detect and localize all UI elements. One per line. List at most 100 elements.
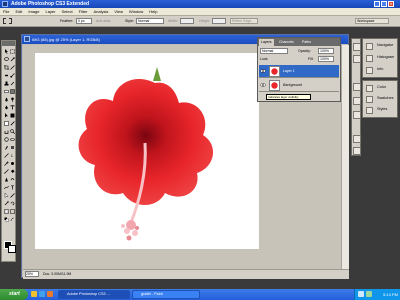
3d-rotate-tool-icon[interactable] (4, 137, 9, 142)
quick-mask-icon[interactable] (4, 209, 9, 214)
tab-channels[interactable]: Channels (277, 39, 296, 46)
dodge-tool-icon[interactable] (10, 97, 15, 102)
healing-brush-tool-icon[interactable] (4, 73, 9, 78)
navigator-label[interactable]: Navigator (377, 40, 393, 50)
pen-tool-icon[interactable] (4, 105, 9, 110)
history-panel-icon[interactable] (353, 43, 361, 51)
clone-stamp-tool-icon[interactable] (4, 81, 9, 86)
background-color-swatch[interactable] (8, 245, 16, 253)
image-canvas[interactable] (35, 53, 259, 249)
shape-tool-icon[interactable] (10, 113, 15, 118)
zoom-level-field[interactable]: 25% (25, 271, 39, 277)
eyedropper-tool-icon[interactable] (10, 121, 15, 126)
menu-view[interactable]: View (111, 8, 126, 15)
paragraph-panel-icon[interactable] (353, 147, 361, 155)
histogram-label[interactable]: Histogram (377, 52, 394, 62)
clock[interactable]: 5:14 PM (383, 289, 398, 300)
tab-paths[interactable]: Paths (300, 39, 313, 46)
refine-edge-button[interactable]: Refine Edge... (230, 18, 258, 24)
style-select[interactable]: Normal (136, 18, 164, 24)
menu-edit[interactable]: Edit (12, 8, 25, 15)
count-tool-icon[interactable]: 1 (10, 153, 15, 158)
maximize-button[interactable]: □ (381, 1, 387, 7)
eye-icon[interactable] (260, 68, 266, 74)
sharpen-tool-icon[interactable] (4, 177, 9, 182)
hand-tool-icon[interactable] (4, 129, 9, 134)
brush-tool-icon[interactable] (10, 73, 15, 78)
freeform-pen-tool-icon[interactable] (4, 185, 9, 190)
menu-image[interactable]: Image (25, 8, 42, 15)
blend-mode-select[interactable]: Normal (260, 48, 288, 54)
layer-row-layer-1[interactable]: Layer 1 (259, 65, 339, 78)
menu-window[interactable]: Window (126, 8, 146, 15)
vertical-type-tool-icon[interactable] (10, 185, 15, 190)
color-icon[interactable] (366, 85, 373, 92)
network-icon[interactable] (366, 291, 372, 297)
marquee-tool-icon[interactable] (10, 49, 15, 54)
taskbar-button-photoshop[interactable]: Adobe Photoshop CS3 ... (58, 290, 130, 299)
pencil-tool-icon[interactable] (4, 169, 9, 174)
menu-select[interactable]: Select (59, 8, 76, 15)
direct-selection-tool-icon[interactable] (4, 193, 9, 198)
paint-bucket-tool-icon[interactable] (10, 169, 15, 174)
actions-panel-icon[interactable] (353, 55, 361, 63)
opacity-input[interactable]: 100% (318, 48, 334, 54)
tools-panel-header[interactable] (2, 41, 15, 46)
history-brush-tool-icon[interactable] (10, 81, 15, 86)
histogram-icon[interactable] (366, 55, 373, 62)
character-panel-icon[interactable] (353, 135, 361, 143)
smudge-tool-icon[interactable] (4, 145, 9, 150)
blur-tool-icon[interactable] (4, 97, 9, 102)
brushes-panel-icon[interactable] (353, 83, 361, 91)
sponge-tool-icon[interactable] (10, 145, 15, 150)
swap-colors-icon[interactable] (10, 217, 15, 222)
clone-source-panel-icon[interactable] (353, 111, 361, 119)
menu-filter[interactable]: Filter (76, 8, 91, 15)
menu-file[interactable]: File (0, 8, 12, 15)
type-tool-icon[interactable] (10, 105, 15, 110)
document-size-info[interactable]: Doc: 3.00M/11.9M (43, 270, 71, 279)
swatches-label[interactable]: Swatches (377, 93, 393, 103)
styles-label[interactable]: Styles (377, 104, 387, 114)
feather-input[interactable]: 0 px (76, 18, 92, 24)
styles-icon[interactable] (366, 107, 373, 114)
ruler-tool-icon[interactable] (4, 153, 9, 158)
slice-tool-icon[interactable] (10, 65, 15, 70)
red-eye-tool-icon[interactable] (10, 161, 15, 166)
workspace-button[interactable]: Workspace (355, 18, 389, 24)
quick-launch-media-icon[interactable] (47, 291, 53, 297)
quick-launch-folder-icon[interactable] (31, 291, 37, 297)
line-tool-icon[interactable] (10, 193, 15, 198)
menu-analysis[interactable]: Analysis (91, 8, 112, 15)
minimize-button[interactable]: _ (374, 1, 380, 7)
quick-selection-tool-icon[interactable] (10, 57, 15, 62)
color-label[interactable]: Color (377, 82, 386, 92)
rotate-view-tool-icon[interactable] (10, 201, 15, 206)
marquee-tool-preset-icon[interactable] (3, 18, 12, 24)
screen-mode-icon[interactable] (10, 209, 15, 214)
path-selection-tool-icon[interactable] (4, 113, 9, 118)
3d-orbit-tool-icon[interactable] (10, 137, 15, 142)
magic-wand-tool-icon[interactable] (4, 161, 9, 166)
menu-layer[interactable]: Layer (42, 8, 58, 15)
gradient-tool-icon[interactable] (10, 89, 15, 94)
volume-icon[interactable] (358, 291, 364, 297)
zoom-tool-icon[interactable] (10, 129, 15, 134)
close-button[interactable]: × (388, 1, 394, 7)
navigator-icon[interactable] (366, 43, 373, 50)
height-input[interactable] (212, 18, 226, 24)
burn-tool-icon[interactable] (10, 177, 15, 182)
tool-presets-panel-icon[interactable] (353, 97, 361, 105)
tab-layers[interactable]: Layers (259, 39, 274, 46)
info-label[interactable]: Info (377, 64, 383, 74)
color-sampler-tool-icon[interactable] (4, 201, 9, 206)
antialias-label[interactable]: Anti-alias (96, 18, 110, 24)
fill-input[interactable]: 100% (318, 56, 334, 62)
taskbar-button-paint[interactable]: graf#t - Paint (132, 290, 200, 299)
vertical-scrollbar[interactable] (341, 45, 349, 269)
crop-tool-icon[interactable] (4, 65, 9, 70)
menu-help[interactable]: Help (146, 8, 160, 15)
eraser-tool-icon[interactable] (4, 89, 9, 94)
width-input[interactable] (180, 18, 194, 24)
default-colors-icon[interactable] (4, 217, 9, 222)
